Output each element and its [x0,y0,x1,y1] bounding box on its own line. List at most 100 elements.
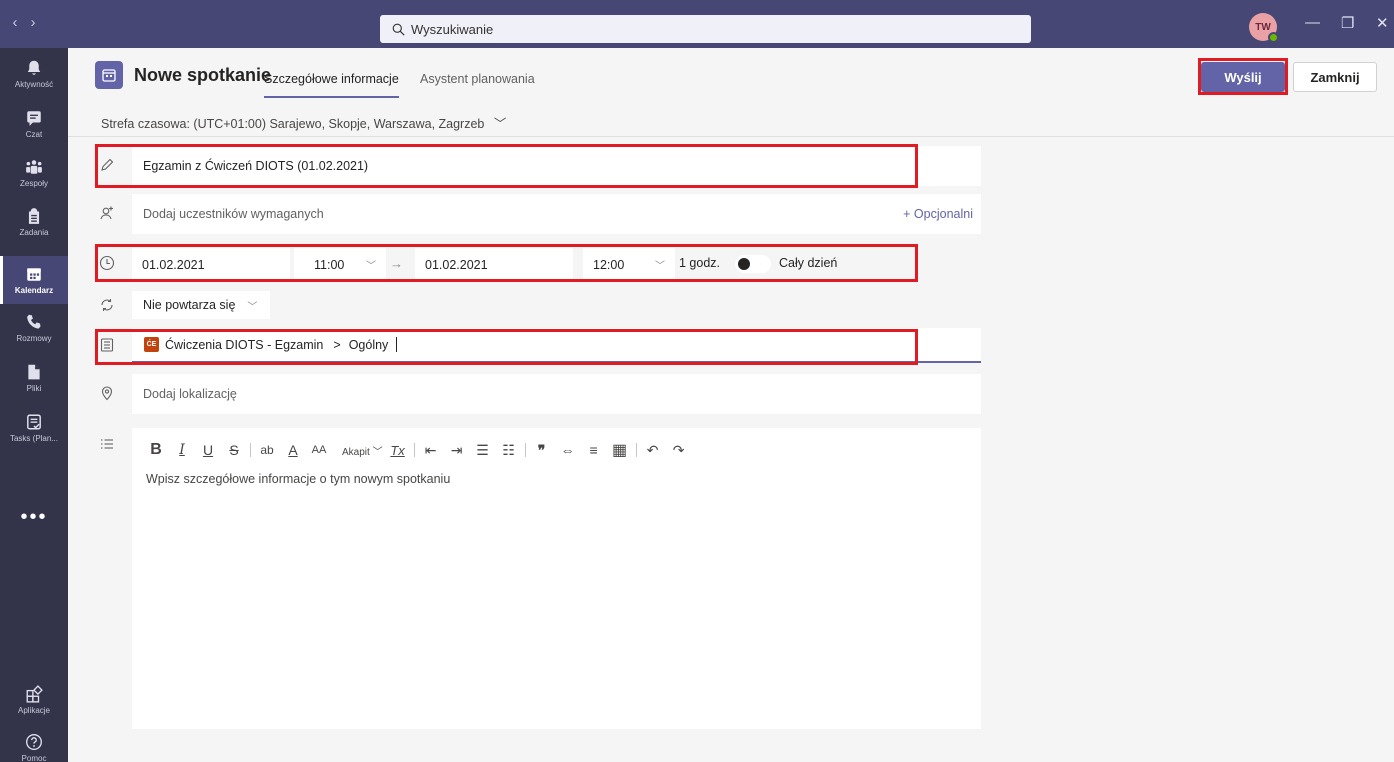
font-color-button[interactable]: A [282,442,304,458]
paragraph-label: Akapit [342,446,370,458]
bold-button[interactable]: B [145,441,167,459]
text-caret [396,337,398,352]
clear-format-button[interactable]: Tx [387,443,409,458]
outdent-button[interactable]: ⇤ [420,442,442,459]
start-date-picker[interactable]: 01.02.2021 [132,248,290,281]
back-button[interactable]: ‹ [10,14,28,31]
rail-label: Czat [25,130,43,139]
rail-item-files[interactable]: Pliki [0,354,68,402]
forward-button[interactable]: › [28,14,46,31]
location-pin-icon [99,385,119,405]
start-time-value: 11:00 [314,257,345,272]
details-editor[interactable]: B I U S ab A AA Akapit ﹀ Tx ⇤ ⇥ ☰ ☷ ❞ ⇔ … [132,428,981,729]
rail-item-activity[interactable]: Aktywność [0,50,68,98]
apps-icon [26,685,43,703]
close-window-icon[interactable]: ✕ [1376,14,1389,32]
presence-status-icon [1268,32,1279,43]
horizontal-rule-button[interactable]: ≡ [583,442,605,458]
underline-button[interactable]: U [197,442,219,458]
attendees-placeholder: Dodaj uczestników wymaganych [143,207,324,221]
meeting-header: Nowe spotkanie Szczegółowe informacje As… [68,48,1394,102]
channel-name: Ogólny [348,337,389,352]
main-panel: Nowe spotkanie Szczegółowe informacje As… [68,48,1394,762]
send-button[interactable]: Wyślij [1201,62,1285,92]
page-title: Nowe spotkanie [134,65,272,85]
title-value: Egzamin z Ćwiczeń DIOTS (01.02.2021) [143,159,369,173]
tab-details[interactable]: Szczegółowe informacje [264,72,399,98]
title-input[interactable]: Egzamin z Ćwiczeń DIOTS (01.02.2021) [132,146,981,186]
avatar-initials: TW [1255,21,1271,33]
help-icon [26,734,42,750]
arrow-right-icon: → [390,256,403,271]
toolbar-separator [413,443,415,457]
paragraph-dropdown[interactable]: Akapit ﹀ [342,443,383,458]
search-box[interactable]: Wyszukiwanie [380,15,1031,43]
minimize-icon[interactable]: — [1305,14,1320,31]
font-size-button[interactable]: AA [308,444,330,456]
rail-label: Zespoły [19,179,48,188]
end-date-picker[interactable]: 01.02.2021 [415,248,573,281]
rail-item-help[interactable]: Pomoc [0,724,68,762]
rail-label: Kalendarz [14,286,54,295]
teams-icon [26,160,42,174]
calendar-icon [27,268,41,281]
italic-button[interactable]: I [171,442,193,458]
toggle-knob [738,258,750,270]
location-input[interactable]: Dodaj lokalizację [132,374,981,414]
channel-separator: > [333,337,341,352]
channel-input[interactable]: ĆE Ćwiczenia DIOTS - Egzamin > Ogólny [132,328,981,363]
rail-item-chat[interactable]: Czat [0,100,68,148]
attendees-input[interactable]: Dodaj uczestników wymaganych + Opcjonaln… [132,194,981,234]
rail-item-planner[interactable]: Tasks (Plan... [0,404,68,452]
timezone-label: Strefa czasowa: (UTC+01:00) Sarajewo, Sk… [101,117,485,131]
details-placeholder: Wpisz szczegółowe informacje o tym nowym… [146,472,451,486]
link-button[interactable]: ⇔ [557,442,579,458]
rail-item-apps[interactable]: Aplikacje [0,676,68,724]
highlight-button[interactable]: ab [256,443,278,457]
team-avatar: ĆE [144,337,159,352]
rail-item-tasks[interactable]: Zadania [0,198,68,246]
repeat-value: Nie powtarza się [143,298,236,312]
calendar-icon [95,61,123,89]
rail-label: Pomoc [21,754,47,762]
channel-icon [99,337,119,357]
rail-label: Pliki [26,384,42,393]
table-button[interactable]: ▦ [609,440,631,460]
tasks-icon [28,208,40,224]
rail-label: Zadania [19,228,49,237]
rail-item-teams[interactable]: Zespoły [0,149,68,197]
maximize-icon[interactable]: ❐ [1341,14,1354,32]
quote-button[interactable]: ❞ [531,442,553,459]
repeat-dropdown[interactable]: Nie powtarza się ﹀ [132,291,270,319]
tab-scheduling-assistant[interactable]: Asystent planowania [420,72,535,86]
search-icon [392,23,405,36]
strikethrough-button[interactable]: S [223,442,245,458]
optional-attendees-link[interactable]: + Opcjonalni [903,207,973,221]
redo-button[interactable]: ↷ [668,442,690,459]
toolbar-separator [635,443,637,457]
end-time-picker[interactable]: 12:00 ﹀ [583,248,675,281]
file-icon [28,364,40,380]
pencil-icon [99,157,119,177]
rail-item-calls[interactable]: Rozmowy [0,304,68,352]
duration-label: 1 godz. [679,256,721,270]
rail-label: Aktywność [14,80,54,89]
start-time-picker[interactable]: 11:00 ﹀ [294,248,386,281]
toolbar-separator [524,443,526,457]
indent-button[interactable]: ⇥ [446,442,468,459]
numbered-list-button[interactable]: ☷ [498,442,520,459]
more-apps-icon[interactable]: ••• [0,506,68,529]
avatar[interactable]: TW [1249,13,1279,43]
team-name: Ćwiczenia DIOTS - Egzamin [165,337,324,352]
toolbar-separator [250,443,251,457]
timezone-selector[interactable]: Strefa czasowa: (UTC+01:00) Sarajewo, Sk… [101,113,506,132]
location-placeholder: Dodaj lokalizację [143,387,237,401]
chevron-down-icon: ﹀ [655,261,665,272]
close-button[interactable]: Zamknij [1293,62,1377,92]
chat-icon [27,111,41,126]
nav-arrows: ‹ › [10,14,46,31]
undo-button[interactable]: ↶ [642,442,664,459]
rail-item-calendar[interactable]: Kalendarz [0,256,68,304]
all-day-toggle[interactable] [735,255,771,273]
bulleted-list-button[interactable]: ☰ [472,442,494,459]
